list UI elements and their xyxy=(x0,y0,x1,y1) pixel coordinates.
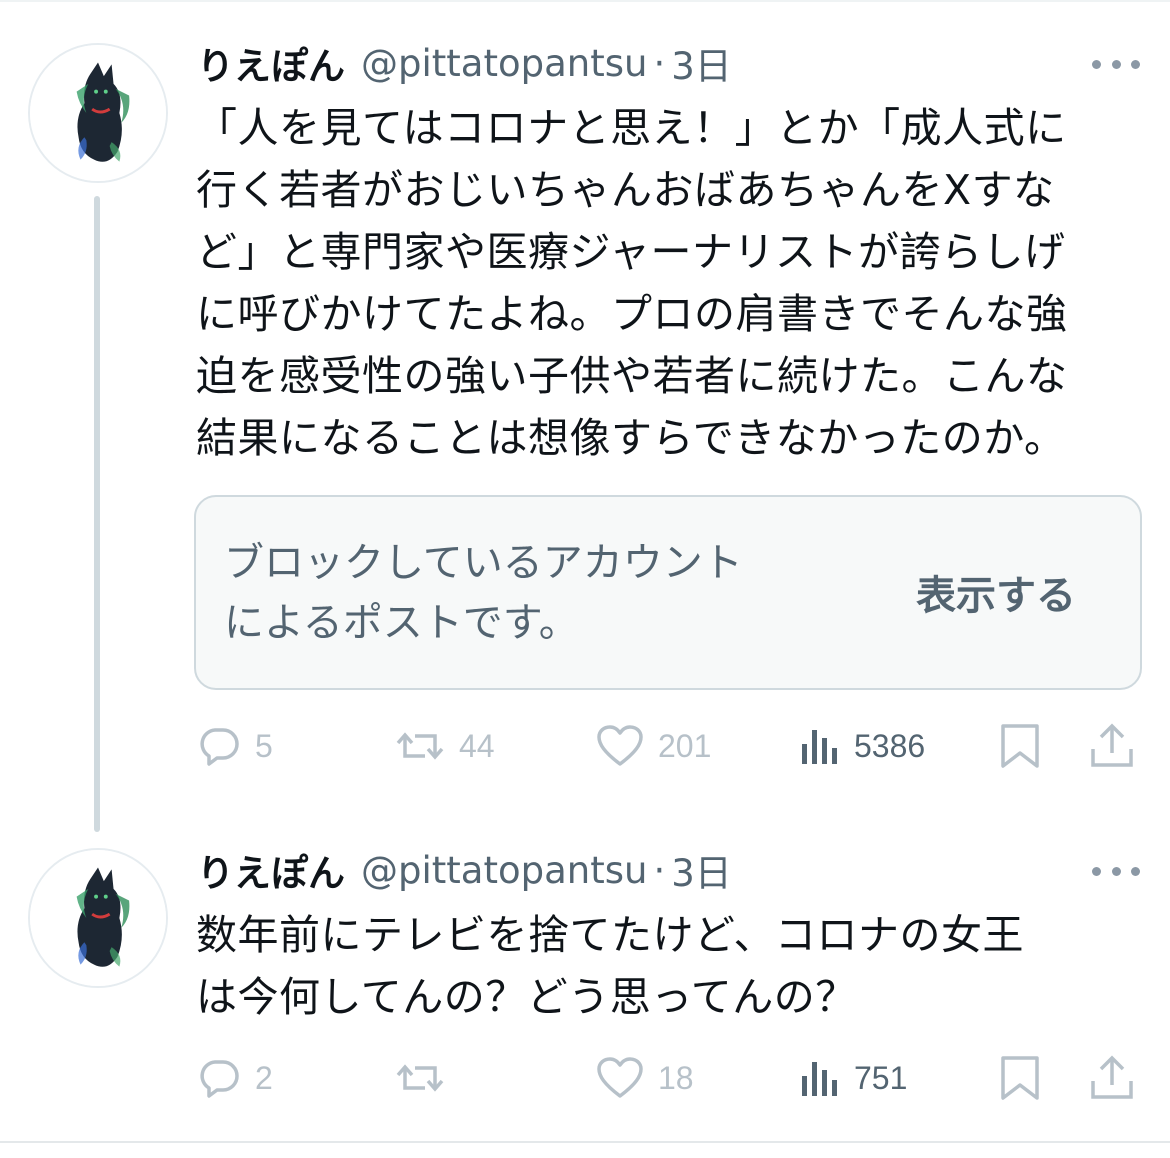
tweet-header: りえぽん @pittatopantsu · 3日 xyxy=(197,36,732,90)
avatar[interactable] xyxy=(28,43,168,183)
timestamp[interactable]: 3日 xyxy=(671,36,732,90)
blocked-post-message: ブロックしているアカウント によるポストです。 xyxy=(224,540,743,646)
tweet-header: りえぽん @pittatopantsu · 3日 xyxy=(197,843,732,897)
display-name[interactable]: りえぽん xyxy=(197,36,345,90)
like-count: 18 xyxy=(658,1059,694,1096)
action-bar: 2 18 751 xyxy=(0,1048,1170,1108)
views-count: 5386 xyxy=(854,727,926,764)
views-icon xyxy=(802,1062,837,1096)
share-icon xyxy=(1091,1055,1133,1099)
bookmark-icon xyxy=(1001,724,1039,768)
repost-count: 44 xyxy=(459,727,495,764)
separator-dot: · xyxy=(653,848,666,892)
views-count: 751 xyxy=(854,1059,908,1096)
action-bar: 5 44 201 5386 xyxy=(0,716,1170,776)
avatar-image xyxy=(30,850,166,986)
display-name[interactable]: りえぽん xyxy=(197,843,345,897)
share-button[interactable] xyxy=(1090,716,1134,776)
avatar-image xyxy=(30,45,166,181)
reply-icon xyxy=(200,1060,239,1098)
reply-count: 5 xyxy=(255,727,273,764)
views-button[interactable]: 751 xyxy=(800,1048,907,1108)
more-icon[interactable] xyxy=(1092,54,1140,74)
bottom-divider xyxy=(0,1141,1170,1143)
reply-count: 2 xyxy=(255,1059,273,1096)
reply-button[interactable]: 5 xyxy=(197,716,273,776)
blocked-post-card: ブロックしているアカウント によるポストです。 表示する xyxy=(194,495,1142,690)
views-button[interactable]: 5386 xyxy=(800,716,925,776)
user-handle[interactable]: @pittatopantsu xyxy=(361,849,647,892)
top-divider xyxy=(0,0,1170,2)
show-blocked-post-button[interactable]: 表示する xyxy=(916,563,1076,621)
bookmark-button[interactable] xyxy=(998,1048,1042,1108)
like-icon xyxy=(597,725,643,766)
like-button[interactable]: 201 xyxy=(596,716,711,776)
tweet-text: 数年前にテレビを捨てたけど、コロナの女王 は今何してんの？どう思ってんの？ xyxy=(196,911,1024,1021)
repost-icon xyxy=(396,732,444,760)
repost-button[interactable]: 44 xyxy=(395,716,495,776)
bookmark-button[interactable] xyxy=(998,716,1042,776)
user-handle[interactable]: @pittatopantsu xyxy=(361,42,647,85)
like-count: 201 xyxy=(658,727,712,764)
repost-button[interactable] xyxy=(395,1048,459,1108)
like-icon xyxy=(597,1057,643,1098)
bookmark-icon xyxy=(1001,1056,1039,1100)
reply-button[interactable]: 2 xyxy=(197,1048,273,1108)
tweet-text: 「人を見てはコロナと思え！」とか「成人式に 行く若者がおじいちゃんおばあちゃんを… xyxy=(196,104,1068,462)
timestamp[interactable]: 3日 xyxy=(671,843,732,897)
views-icon xyxy=(802,730,837,764)
repost-icon xyxy=(396,1064,444,1092)
avatar[interactable] xyxy=(28,848,168,988)
share-icon xyxy=(1091,723,1133,767)
separator-dot: · xyxy=(653,41,666,85)
like-button[interactable]: 18 xyxy=(596,1048,694,1108)
more-icon[interactable] xyxy=(1092,861,1140,881)
share-button[interactable] xyxy=(1090,1048,1134,1108)
reply-icon xyxy=(200,728,239,766)
